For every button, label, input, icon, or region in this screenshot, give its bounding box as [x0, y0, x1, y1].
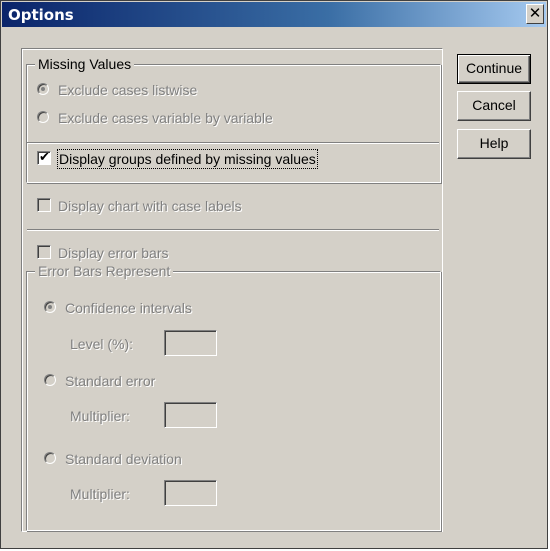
- checkbox-indicator: [37, 245, 51, 259]
- checkbox-display-groups-label: Display groups defined by missing values: [57, 149, 318, 169]
- radio-standard-error-label: Standard error: [65, 373, 156, 389]
- radio-indicator: [44, 301, 56, 313]
- chart-divider: [27, 229, 439, 231]
- checkbox-indicator: [37, 198, 51, 212]
- checkbox-error-bars-label: Display error bars: [58, 245, 169, 261]
- missing-values-legend: Missing Values: [35, 56, 135, 72]
- close-icon: ✕: [528, 4, 542, 22]
- radio-exclude-variable-label: Exclude cases variable by variable: [58, 110, 273, 126]
- se-multiplier-input[interactable]: [164, 402, 217, 428]
- window-title: Options: [8, 6, 74, 24]
- radio-indicator: [37, 111, 49, 123]
- error-bars-represent-legend: Error Bars Represent: [35, 263, 174, 279]
- level-input[interactable]: [164, 330, 217, 356]
- radio-confidence-intervals-label: Confidence intervals: [65, 300, 192, 316]
- title-bar[interactable]: Options ✕: [2, 2, 546, 27]
- help-button[interactable]: Help: [457, 129, 531, 159]
- sd-multiplier-label: Multiplier:: [70, 486, 130, 502]
- options-dialog: Options ✕ Missing Values Exclude cases l…: [0, 0, 548, 549]
- radio-indicator: [44, 452, 56, 464]
- se-multiplier-label: Multiplier:: [70, 408, 130, 424]
- level-label: Level (%):: [70, 336, 134, 352]
- radio-exclude-listwise-label: Exclude cases listwise: [58, 82, 198, 98]
- continue-button[interactable]: Continue: [457, 54, 531, 84]
- cancel-button[interactable]: Cancel: [457, 91, 531, 121]
- missing-values-divider: [27, 142, 439, 144]
- checkbox-indicator: ✔: [37, 150, 51, 165]
- radio-indicator: [44, 374, 56, 386]
- close-button[interactable]: ✕: [526, 4, 544, 24]
- radio-standard-deviation-label: Standard deviation: [65, 451, 182, 467]
- checkmark-icon: ✔: [39, 150, 50, 165]
- sd-multiplier-input[interactable]: [164, 480, 217, 506]
- checkbox-chart-case-labels-label: Display chart with case labels: [58, 198, 242, 214]
- radio-indicator: [37, 83, 49, 95]
